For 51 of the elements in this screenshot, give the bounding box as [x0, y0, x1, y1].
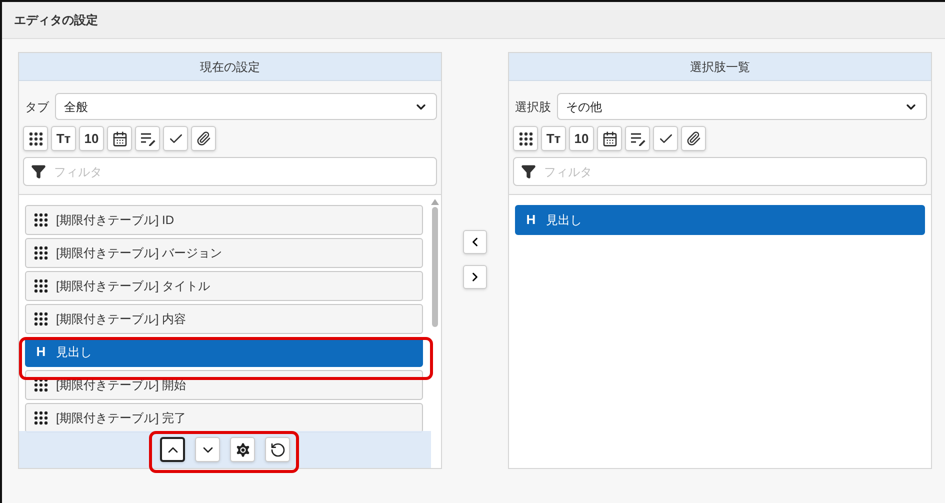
- toolbar-button[interactable]: [513, 126, 538, 151]
- toolbar-button[interactable]: [107, 126, 132, 151]
- filter-field[interactable]: フィルタ: [513, 157, 927, 186]
- toolbar-button[interactable]: [163, 126, 188, 151]
- drag-handle-icon: [34, 279, 48, 293]
- grid-dots-icon: [28, 132, 42, 146]
- toolbar-button[interactable]: [135, 126, 160, 151]
- window-title: エディタの設定: [2, 2, 945, 39]
- toolbar-button[interactable]: Tт: [51, 126, 76, 151]
- drag-handle-icon: [34, 246, 48, 260]
- select-label: 選択肢: [514, 98, 551, 116]
- list-edit-icon: [140, 132, 156, 146]
- grid-dots-icon: [518, 132, 532, 146]
- action-button[interactable]: [160, 437, 185, 462]
- calendar-icon: [112, 130, 128, 146]
- select-field[interactable]: 全般: [55, 93, 437, 120]
- filter-field[interactable]: フィルタ: [23, 157, 437, 186]
- list-item[interactable]: [期限付きテーブル] タイトル: [25, 271, 423, 301]
- filter-icon: [31, 164, 46, 179]
- panel-header: 現在の設定: [19, 53, 441, 81]
- drag-handle-icon: [34, 378, 48, 392]
- drag-handle-icon: [34, 213, 48, 227]
- drag-handle-icon: [34, 411, 48, 425]
- toolbar-button[interactable]: [23, 126, 48, 151]
- select-field[interactable]: その他: [557, 93, 927, 120]
- paperclip-icon: [686, 131, 701, 146]
- filter-icon: [521, 164, 536, 179]
- list-item[interactable]: [期限付きテーブル] ID: [25, 205, 423, 235]
- list-item[interactable]: [期限付きテーブル] 完了: [25, 403, 423, 433]
- select-label: タブ: [24, 98, 49, 116]
- move-button[interactable]: [463, 230, 487, 254]
- toolbar-button[interactable]: [597, 126, 622, 151]
- paperclip-icon: [196, 131, 211, 146]
- settings-icon: [234, 440, 252, 458]
- list-item[interactable]: [期限付きテーブル] 内容: [25, 304, 423, 334]
- panel-header: 選択肢一覧: [509, 53, 931, 81]
- toolbar-button[interactable]: [625, 126, 650, 151]
- toolbar-button[interactable]: [681, 126, 706, 151]
- toolbar-button[interactable]: Tт: [541, 126, 566, 151]
- toolbar-button[interactable]: 10: [569, 126, 594, 151]
- list-edit-icon: [630, 132, 646, 146]
- move-button[interactable]: [463, 265, 487, 289]
- calendar-icon: [602, 130, 618, 146]
- toolbar-button[interactable]: 10: [79, 126, 104, 151]
- toolbar-button[interactable]: [191, 126, 216, 151]
- list-item[interactable]: [期限付きテーブル] バージョン: [25, 238, 423, 268]
- drag-handle-icon: [34, 312, 48, 326]
- toolbar-button[interactable]: [653, 126, 678, 151]
- list-item[interactable]: H 見出し: [515, 205, 925, 235]
- list-item[interactable]: H 見出し: [25, 337, 423, 367]
- reset-icon: [270, 442, 286, 458]
